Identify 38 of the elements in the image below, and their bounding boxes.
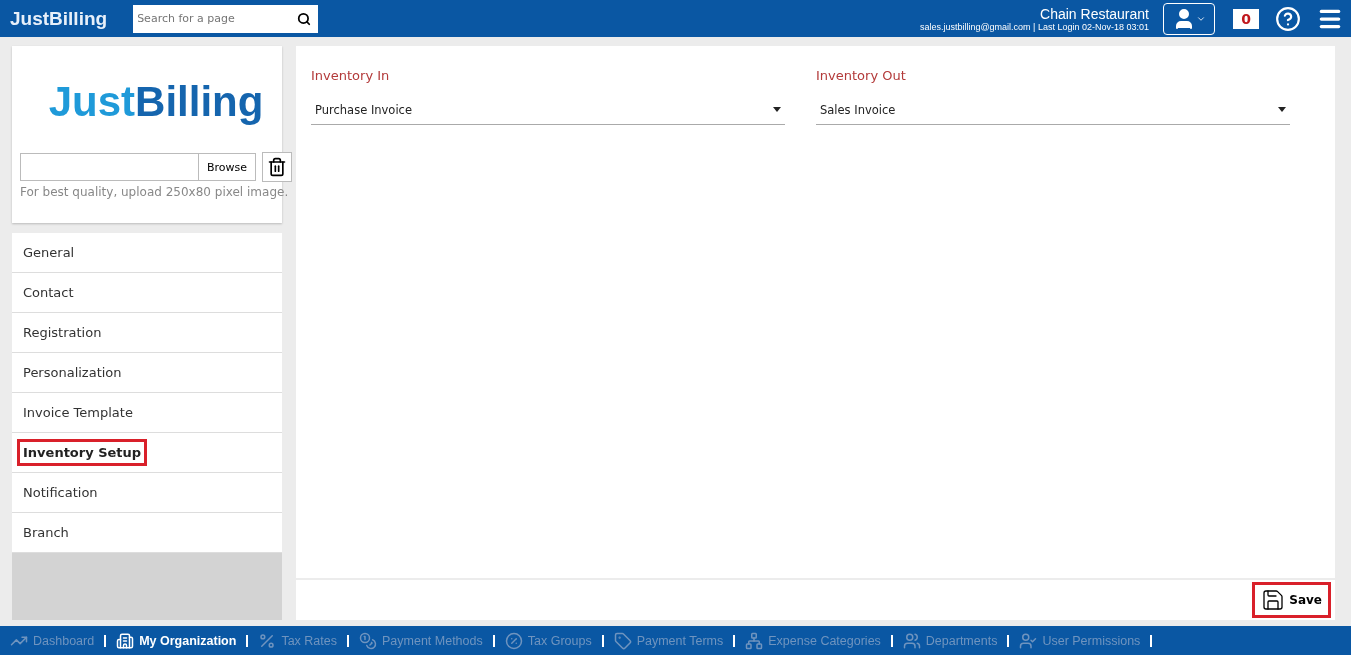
upload-hint: For best quality, upload 250x80 pixel image.	[20, 184, 290, 200]
organization-name: Chain Restaurant	[1040, 5, 1149, 22]
login-info: sales.justbilling@gmail.com | Last Login 02-Nov-18 03:01	[919, 21, 1149, 32]
trash-icon	[267, 157, 288, 177]
help-button[interactable]	[1275, 5, 1301, 32]
app-logo: JustBilling	[9, 7, 109, 30]
hierarchy-icon	[745, 631, 764, 650]
search-field[interactable]: Search for a page	[133, 4, 291, 33]
user-menu-button[interactable]	[1163, 2, 1215, 35]
percent-circle-icon	[504, 631, 523, 650]
menu-item[interactable]: Contact	[12, 273, 282, 313]
menu-item[interactable]: Branch	[12, 513, 282, 553]
search-button[interactable]	[290, 4, 319, 33]
field-label: Inventory In	[311, 68, 391, 83]
delete-button[interactable]	[262, 152, 293, 182]
company-logo: JustBilling	[47, 77, 265, 127]
floppy-icon	[1261, 588, 1286, 612]
menu-item[interactable]: Invoice Template	[12, 393, 282, 433]
percent-icon	[258, 631, 277, 650]
menu-item[interactable]: General	[12, 233, 282, 273]
caret-icon	[773, 107, 781, 112]
browse-button[interactable]: Browse	[198, 153, 257, 181]
menu-item[interactable]: Inventory Setup	[12, 433, 282, 473]
file-path-field[interactable]	[20, 153, 198, 181]
coins-icon	[359, 631, 377, 650]
search-icon	[297, 11, 312, 26]
building-icon	[116, 631, 135, 650]
caret-icon	[1278, 107, 1286, 112]
nav-item[interactable]: My Organization	[116, 631, 237, 650]
menu-item[interactable]: Notification	[12, 473, 282, 513]
menu-item[interactable]: Registration	[12, 313, 282, 353]
tag-icon	[613, 631, 632, 650]
user-check-icon	[1019, 631, 1038, 650]
menu-item[interactable]: Personalization	[12, 353, 282, 393]
save-button[interactable]: Save	[1252, 582, 1331, 618]
field-label: Inventory Out	[816, 68, 907, 83]
help-icon	[1275, 5, 1301, 32]
notification-badge[interactable]: 0	[1233, 8, 1259, 29]
